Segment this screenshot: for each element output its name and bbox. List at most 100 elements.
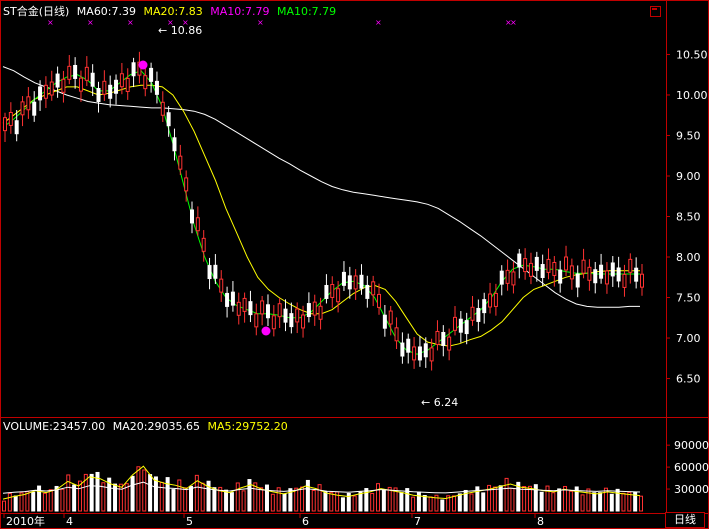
candle-body (230, 291, 235, 306)
candle-body (143, 75, 148, 90)
price-tick-label: 6.50 (676, 373, 701, 386)
volume-bar (183, 487, 188, 512)
candle-body (429, 347, 434, 362)
candle-body (464, 320, 469, 335)
candle-body (511, 271, 516, 286)
candle-body (108, 84, 113, 99)
candle-body (67, 65, 72, 80)
volume-bar (428, 496, 433, 512)
volume-header: VOLUME:23457.00 MA20:29035.65 MA5:29752.… (3, 420, 292, 433)
candle-body (166, 112, 171, 127)
period-button[interactable]: 日线 (665, 512, 705, 528)
volume-bar (411, 496, 416, 512)
volume-bar (259, 487, 264, 512)
candle-body (73, 64, 78, 79)
volume-bar (305, 479, 310, 512)
candle-body (604, 270, 609, 285)
event-marker: × (47, 18, 54, 27)
candle-body (119, 73, 124, 88)
volume-bar (60, 488, 65, 512)
volume-bar (42, 492, 47, 512)
candle-body (371, 281, 376, 296)
volume-value: VOLUME:23457.00 (3, 420, 106, 433)
volume-bar (510, 487, 515, 512)
stock-title: ST合金(日线) (3, 5, 70, 18)
volume-bar (522, 486, 527, 512)
volume-bar (405, 488, 410, 512)
volume-bar (282, 493, 287, 512)
volume-bar (580, 494, 585, 512)
candle-body (447, 336, 452, 351)
candle-body (587, 266, 592, 281)
volume-bar (25, 491, 30, 512)
candle-body (616, 267, 621, 282)
volume-bar (387, 486, 392, 512)
kline-chart[interactable]: 10.50 10.00 9.50 9.00 8.50 8.00 7.50 7.00 6.50 90… (0, 0, 709, 529)
candle-body (254, 313, 259, 328)
candle-body (610, 262, 615, 277)
volume-bar (66, 474, 71, 512)
low-annotation: ← 6.24 (421, 396, 458, 409)
time-tick-label: 2010年 (6, 514, 45, 528)
volume-bar (340, 497, 345, 512)
candle-body (306, 303, 311, 318)
candle-body (634, 267, 639, 282)
candle-body (377, 293, 382, 308)
volume-bar (212, 487, 217, 512)
candle-body (38, 86, 43, 101)
candle-body (564, 256, 569, 271)
price-tick-label: 8.50 (676, 211, 701, 224)
volume-bar (311, 489, 316, 512)
candle-body (8, 112, 13, 126)
candle-body (534, 256, 539, 271)
volume-tick-label: 30000 (674, 483, 709, 496)
volume-ma20-value: MA20:29035.65 (112, 420, 200, 433)
volume-bar (153, 476, 158, 512)
volume-bar (2, 500, 6, 512)
volume-bar (136, 466, 141, 512)
candle-body (499, 270, 504, 285)
maximize-icon[interactable] (650, 6, 661, 17)
volume-bar (416, 491, 421, 512)
candle-body (149, 67, 154, 82)
volume-bar (189, 485, 194, 512)
volume-bar (165, 477, 170, 512)
volume-bar (451, 495, 456, 512)
volume-bar (130, 475, 135, 512)
candle-body (242, 297, 247, 312)
volume-bar (639, 495, 643, 512)
candle-body (593, 269, 598, 284)
volume-bar (399, 492, 404, 512)
volume-bar (294, 487, 299, 512)
candle-body (482, 299, 487, 314)
candle-body (452, 316, 457, 331)
candle-body (184, 177, 189, 192)
candle-body (640, 273, 644, 288)
candle-body (312, 301, 317, 316)
candle-body (546, 258, 551, 273)
volume-bar (13, 495, 18, 512)
candle-body (476, 307, 481, 322)
volume-bar (224, 489, 229, 512)
candle-body (78, 77, 83, 92)
ma10-value-b: MA10:7.79 (276, 5, 337, 18)
candle-body (195, 217, 200, 232)
candle-body (160, 101, 165, 116)
candle-body (154, 80, 159, 95)
candle-body (493, 292, 498, 307)
candle-body (435, 330, 440, 345)
price-tick-label: 10.00 (676, 89, 708, 102)
candle-body (388, 310, 393, 325)
volume-bar (235, 482, 240, 512)
candle-body (260, 300, 265, 315)
volume-bar (229, 492, 234, 512)
volume-bar (621, 492, 626, 512)
candle-body (172, 137, 177, 152)
candle-body (406, 338, 411, 353)
volume-bar (568, 490, 573, 512)
price-tick-label: 10.50 (676, 48, 708, 61)
candle-body (581, 259, 586, 274)
candle-body (347, 275, 352, 290)
candle-body (336, 288, 341, 303)
volume-bar (118, 483, 123, 512)
